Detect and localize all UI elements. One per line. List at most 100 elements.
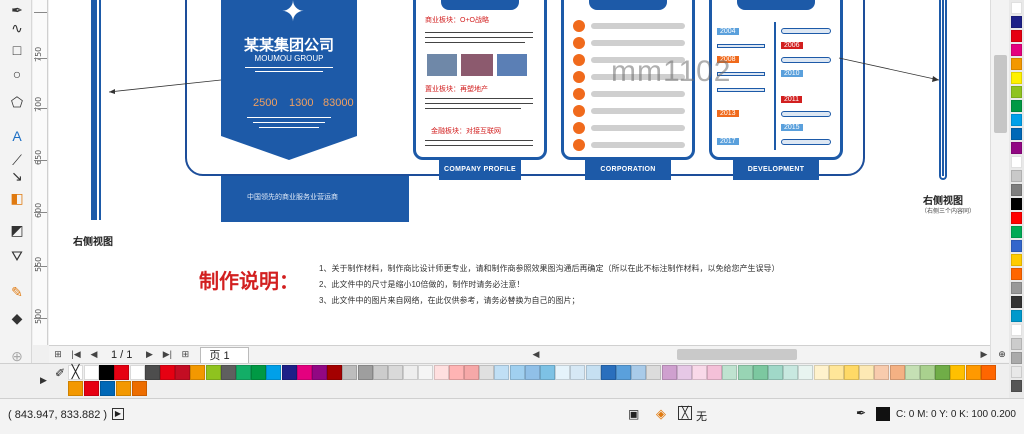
color-swatch[interactable] — [236, 365, 251, 380]
color-swatch[interactable] — [281, 365, 297, 380]
color-swatch[interactable] — [661, 365, 677, 380]
color-swatch[interactable] — [1011, 198, 1022, 210]
color-swatch[interactable] — [251, 365, 267, 380]
color-swatch[interactable] — [327, 365, 343, 380]
color-swatch[interactable] — [798, 365, 814, 380]
color-swatch[interactable] — [1011, 86, 1022, 98]
no-fill-swatch-icon[interactable]: ╳ — [678, 406, 692, 420]
color-swatch[interactable] — [889, 365, 905, 380]
color-swatch[interactable] — [616, 365, 631, 380]
last-page-icon[interactable]: ▶| — [160, 348, 174, 362]
color-swatch[interactable] — [874, 365, 890, 380]
color-swatch[interactable] — [1011, 282, 1022, 294]
text-tool-icon[interactable]: A — [6, 126, 28, 146]
color-swatch[interactable] — [1011, 72, 1022, 84]
color-swatch[interactable] — [160, 365, 175, 380]
color-swatch[interactable] — [768, 365, 783, 380]
play-icon[interactable]: ▶ — [112, 408, 124, 420]
interactive-fill-icon[interactable]: ◆ — [6, 308, 28, 328]
color-swatch[interactable] — [920, 365, 935, 380]
palette-scroll-icon[interactable]: ▶ — [40, 375, 47, 386]
scroll-right-icon[interactable]: ▶ — [977, 348, 991, 362]
outline-color-swatch[interactable] — [876, 407, 890, 421]
color-swatch[interactable] — [1011, 170, 1022, 182]
color-swatch[interactable] — [312, 365, 327, 380]
color-swatch[interactable] — [1011, 142, 1022, 154]
page-tab[interactable]: 页 1 — [200, 346, 249, 363]
color-swatch[interactable] — [99, 365, 115, 380]
horizontal-scroll-thumb[interactable] — [677, 349, 797, 360]
color-swatch[interactable] — [585, 365, 601, 380]
color-swatch[interactable] — [357, 365, 373, 380]
color-swatch[interactable] — [1011, 212, 1022, 224]
eyedropper-icon[interactable]: ✐ — [55, 366, 69, 380]
color-swatch[interactable] — [129, 365, 145, 380]
color-swatch[interactable] — [935, 365, 951, 380]
color-swatch[interactable] — [1011, 16, 1022, 28]
color-swatch[interactable] — [1011, 380, 1022, 392]
eyedropper-tool-icon[interactable]: ✎ — [6, 282, 28, 302]
color-swatch[interactable] — [1011, 156, 1022, 168]
color-swatch[interactable] — [692, 365, 707, 380]
shadow-tool-icon[interactable]: ◩ — [6, 220, 28, 240]
fill-icon[interactable]: ◈ — [656, 406, 666, 422]
color-swatch[interactable] — [813, 365, 829, 380]
color-swatch[interactable] — [1011, 226, 1022, 238]
polygon-tool-icon[interactable]: ⬠ — [6, 92, 28, 112]
color-swatch[interactable] — [631, 365, 647, 380]
color-swatch[interactable] — [844, 365, 859, 380]
color-swatch[interactable] — [1011, 44, 1022, 56]
color-swatch[interactable] — [828, 365, 844, 380]
color-swatch[interactable] — [1011, 352, 1022, 364]
color-swatch[interactable] — [266, 365, 282, 380]
color-swatch[interactable] — [220, 365, 236, 380]
color-swatch[interactable] — [205, 365, 221, 380]
ellipse-tool-icon[interactable]: ○ — [6, 64, 28, 84]
vertical-scroll-thumb[interactable] — [994, 55, 1007, 133]
color-swatch[interactable] — [372, 365, 388, 380]
rectangle-tool-icon[interactable]: □ — [6, 40, 28, 60]
color-swatch[interactable] — [540, 365, 555, 380]
color-swatch[interactable] — [464, 365, 479, 380]
color-swatch[interactable] — [904, 365, 920, 380]
color-swatch[interactable] — [1011, 240, 1022, 252]
color-swatch[interactable] — [1011, 2, 1022, 14]
color-swatch[interactable] — [965, 365, 981, 380]
color-swatch[interactable] — [1011, 366, 1022, 378]
color-swatch[interactable] — [1011, 100, 1022, 112]
color-swatch[interactable] — [676, 365, 692, 380]
color-swatch[interactable] — [418, 365, 434, 380]
color-swatch[interactable] — [1011, 184, 1022, 196]
color-swatch[interactable] — [859, 365, 875, 380]
scroll-left-icon[interactable]: ◀ — [529, 348, 543, 362]
color-swatch[interactable] — [783, 365, 799, 380]
color-swatch[interactable] — [752, 365, 768, 380]
color-swatch[interactable] — [646, 365, 662, 380]
color-swatch[interactable] — [84, 381, 99, 396]
color-swatch[interactable] — [403, 365, 419, 380]
add-page-before-icon[interactable]: ⊞ — [51, 348, 65, 362]
color-swatch[interactable] — [1011, 324, 1022, 336]
color-swatch[interactable] — [1011, 268, 1022, 280]
color-swatch[interactable] — [342, 365, 358, 380]
color-swatch[interactable] — [1011, 58, 1022, 70]
outline-pen-icon[interactable]: ✒ — [856, 406, 866, 420]
color-swatch[interactable] — [1011, 296, 1022, 308]
first-page-icon[interactable]: |◀ — [69, 348, 83, 362]
color-swatch[interactable] — [494, 365, 510, 380]
color-swatch[interactable] — [950, 365, 966, 380]
color-swatch[interactable] — [1011, 338, 1022, 350]
blend-tool-icon[interactable]: ◧ — [6, 188, 28, 208]
connector-tool-icon[interactable]: ↘ — [6, 166, 28, 186]
transparency-tool-icon[interactable]: ⛛ — [6, 246, 28, 266]
color-swatch[interactable] — [68, 381, 83, 396]
drawing-canvas[interactable]: 右侧视图 ✦ 某某集团公司 MOUMOU GROUP 2500 1300 830… — [49, 0, 1009, 345]
color-swatch[interactable] — [737, 365, 753, 380]
color-swatch[interactable] — [722, 365, 738, 380]
color-swatch[interactable] — [448, 365, 464, 380]
color-swatch[interactable] — [296, 365, 312, 380]
color-swatch[interactable] — [388, 365, 403, 380]
color-swatch[interactable] — [570, 365, 586, 380]
zoom-navigator-icon[interactable]: ⊕ — [995, 347, 1009, 361]
color-swatch[interactable] — [84, 365, 99, 380]
